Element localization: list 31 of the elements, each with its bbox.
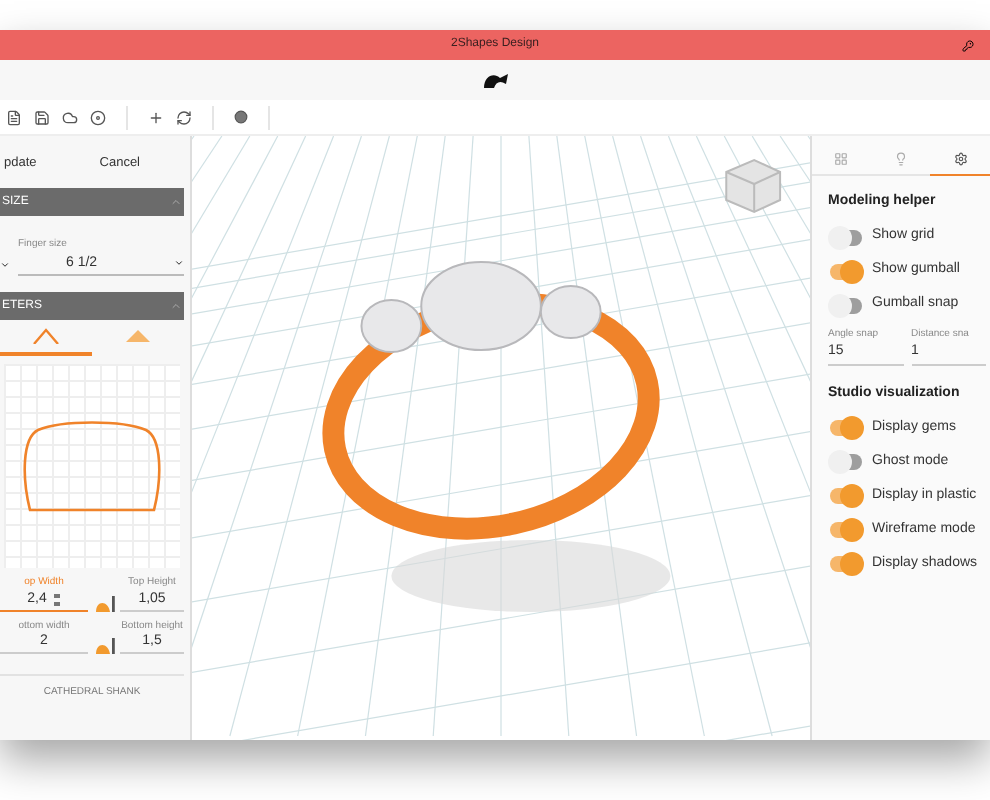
- settings-icon: [953, 152, 968, 166]
- spinner-icon[interactable]: [54, 594, 61, 606]
- toggle-switch[interactable]: [828, 293, 864, 317]
- toggle-switch[interactable]: [828, 416, 864, 440]
- toggle-switch[interactable]: [828, 484, 864, 508]
- cloud-icon[interactable]: [62, 109, 78, 125]
- blob-icon[interactable]: [234, 110, 248, 124]
- toggle-switch[interactable]: [828, 259, 864, 283]
- profile-shape: [22, 418, 162, 514]
- dropdown-caret-icon[interactable]: [0, 260, 10, 270]
- caret-icon: [174, 258, 184, 269]
- layout-icon: [834, 152, 849, 166]
- dome-icon: [124, 328, 152, 344]
- save-icon[interactable]: [34, 109, 50, 125]
- collapse-icon[interactable]: [170, 196, 182, 208]
- new-file-icon[interactable]: [6, 109, 22, 125]
- lightbulb-icon: [894, 152, 908, 166]
- plus-icon[interactable]: [148, 109, 164, 125]
- add-circle-icon[interactable]: [90, 109, 106, 125]
- dimension-icon: [96, 638, 116, 654]
- arch-icon: [32, 328, 60, 344]
- collapse-icon[interactable]: [170, 300, 182, 312]
- toggle-switch[interactable]: [828, 225, 864, 249]
- toggle-switch[interactable]: [828, 552, 864, 576]
- view-cube-icon[interactable]: [725, 158, 782, 214]
- key-icon[interactable]: [962, 39, 974, 51]
- dimension-icon: [96, 595, 116, 611]
- toggle-switch[interactable]: [828, 518, 864, 542]
- refresh-icon[interactable]: [176, 109, 192, 125]
- toggle-switch[interactable]: [828, 450, 864, 474]
- logo-icon: [481, 71, 509, 89]
